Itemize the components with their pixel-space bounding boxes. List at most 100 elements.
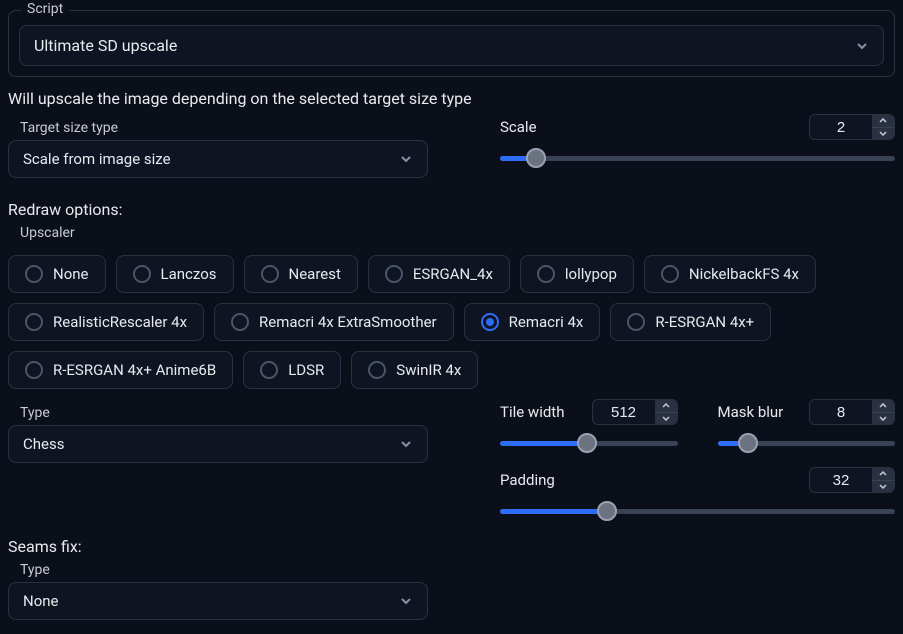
upscaler-option-label: ESRGAN_4x [413,265,493,283]
slider-stack: Tile width Mask [500,399,895,521]
upscaler-option-label: Remacri 4x [509,313,584,331]
scale-spin[interactable] [809,114,895,140]
radio-dot-icon [133,265,151,283]
upscaler-option-realisticrescaler4x[interactable]: RealisticRescaler 4x [8,303,204,341]
tile-width-slider[interactable] [500,433,678,453]
seams-type-select[interactable]: None [8,582,428,620]
tile-width-spin[interactable] [592,399,678,425]
radio-dot-icon [25,361,43,379]
redraw-type-col: Type Chess [8,399,448,463]
upscaler-option-lanczos[interactable]: Lanczos [116,255,234,293]
target-size-value: Scale from image size [23,150,171,168]
scale-label: Scale [500,118,537,136]
upscaler-group: Upscaler None Lanczos Nearest ESRGAN_4x loll… [8,225,895,389]
upscaler-option-label: Nearest [289,265,341,283]
scale-input[interactable] [810,115,872,139]
radio-dot-icon [260,361,278,379]
scale-slider-thumb[interactable] [526,148,546,168]
chevron-down-icon [399,594,413,608]
seams-type-col: Type None [8,556,895,620]
upscaler-option-nearest[interactable]: Nearest [244,255,358,293]
radio-dot-icon [25,265,43,283]
upscale-info-text: Will upscale the image depending on the … [8,89,895,108]
padding-block: Padding [500,467,895,521]
padding-down-button[interactable] [872,481,894,493]
upscaler-option-resrgan4xanime[interactable]: R-ESRGAN 4x+ Anime6B [8,351,233,389]
seams-fix-title: Seams fix: [8,537,895,556]
padding-spin[interactable] [809,467,895,493]
scale-up-button[interactable] [872,115,894,128]
mask-blur-slider[interactable] [718,433,896,453]
radio-dot-icon [231,313,249,331]
radio-dot-icon [481,313,499,331]
upscaler-option-label: NickelbackFS 4x [689,265,799,283]
scale-block: Scale [500,114,895,168]
upscaler-option-label: R-ESRGAN 4x+ Anime6B [53,361,216,379]
upscaler-option-label: Remacri 4x ExtraSmoother [259,313,437,331]
scale-slider[interactable] [500,148,895,168]
redraw-type-value: Chess [23,435,64,453]
mask-blur-input[interactable] [810,400,872,424]
upscaler-option-label: Lanczos [161,265,217,283]
scale-spin-buttons [872,115,894,139]
upscaler-option-label: lollypop [565,265,617,283]
upscaler-option-label: SwinIR 4x [396,361,461,379]
script-fieldset: Script Ultimate SD upscale [8,10,895,77]
chevron-down-icon [399,437,413,451]
seams-type-value: None [23,592,59,610]
mask-blur-block: Mask blur [718,399,896,453]
target-size-select[interactable]: Scale from image size [8,140,428,178]
radio-dot-icon [261,265,279,283]
tile-width-down-button[interactable] [655,413,677,425]
upscaler-label: Upscaler [20,225,895,241]
upscaler-option-lollypop[interactable]: lollypop [520,255,634,293]
mask-blur-spin[interactable] [809,399,895,425]
mask-blur-label: Mask blur [718,403,784,421]
tile-width-up-button[interactable] [655,400,677,413]
script-label: Script [21,1,69,17]
scale-down-button[interactable] [872,128,894,140]
target-scale-row: Target size type Scale from image size S… [8,114,895,178]
upscaler-option-label: RealisticRescaler 4x [53,313,187,331]
script-value: Ultimate SD upscale [34,36,177,55]
radio-dot-icon [385,265,403,283]
mask-blur-up-button[interactable] [872,400,894,413]
upscaler-option-label: R-ESRGAN 4x+ [655,313,754,331]
redraw-type-label: Type [20,405,448,421]
padding-slider-thumb[interactable] [597,501,617,521]
target-size-col: Target size type Scale from image size [8,114,448,178]
seams-type-label: Type [20,562,895,578]
upscaler-option-label: LDSR [288,361,324,379]
mask-blur-slider-thumb[interactable] [738,433,758,453]
radio-dot-icon [25,313,43,331]
redraw-type-select[interactable]: Chess [8,425,428,463]
radio-dot-icon [368,361,386,379]
padding-up-button[interactable] [872,468,894,481]
chevron-down-icon [855,39,869,53]
padding-slider[interactable] [500,501,895,521]
tile-width-input[interactable] [593,400,655,424]
radio-dot-icon [627,313,645,331]
upscaler-option-remacri4x[interactable]: Remacri 4x [464,303,601,341]
radio-dot-icon [537,265,555,283]
upscaler-option-label: None [53,265,89,283]
radio-dot-icon [661,265,679,283]
upscaler-option-esrgan4x[interactable]: ESRGAN_4x [368,255,510,293]
script-select[interactable]: Ultimate SD upscale [19,25,884,66]
upscaler-option-ldsr[interactable]: LDSR [243,351,341,389]
upscaler-option-remacri4xextra[interactable]: Remacri 4x ExtraSmoother [214,303,454,341]
upscaler-option-resrgan4xplus[interactable]: R-ESRGAN 4x+ [610,303,771,341]
chevron-down-icon [399,152,413,166]
redraw-options-title: Redraw options: [8,200,895,219]
target-size-label: Target size type [20,120,448,136]
redraw-lower-row: Type Chess Tile width [8,399,895,521]
padding-input[interactable] [810,468,872,492]
tile-width-slider-thumb[interactable] [577,433,597,453]
tile-width-label: Tile width [500,403,564,421]
tile-width-block: Tile width [500,399,678,453]
upscaler-option-none[interactable]: None [8,255,106,293]
upscaler-option-swinir4x[interactable]: SwinIR 4x [351,351,478,389]
upscaler-option-nickelbackfs4x[interactable]: NickelbackFS 4x [644,255,816,293]
tile-mask-row: Tile width Mask [500,399,895,453]
mask-blur-down-button[interactable] [872,413,894,425]
